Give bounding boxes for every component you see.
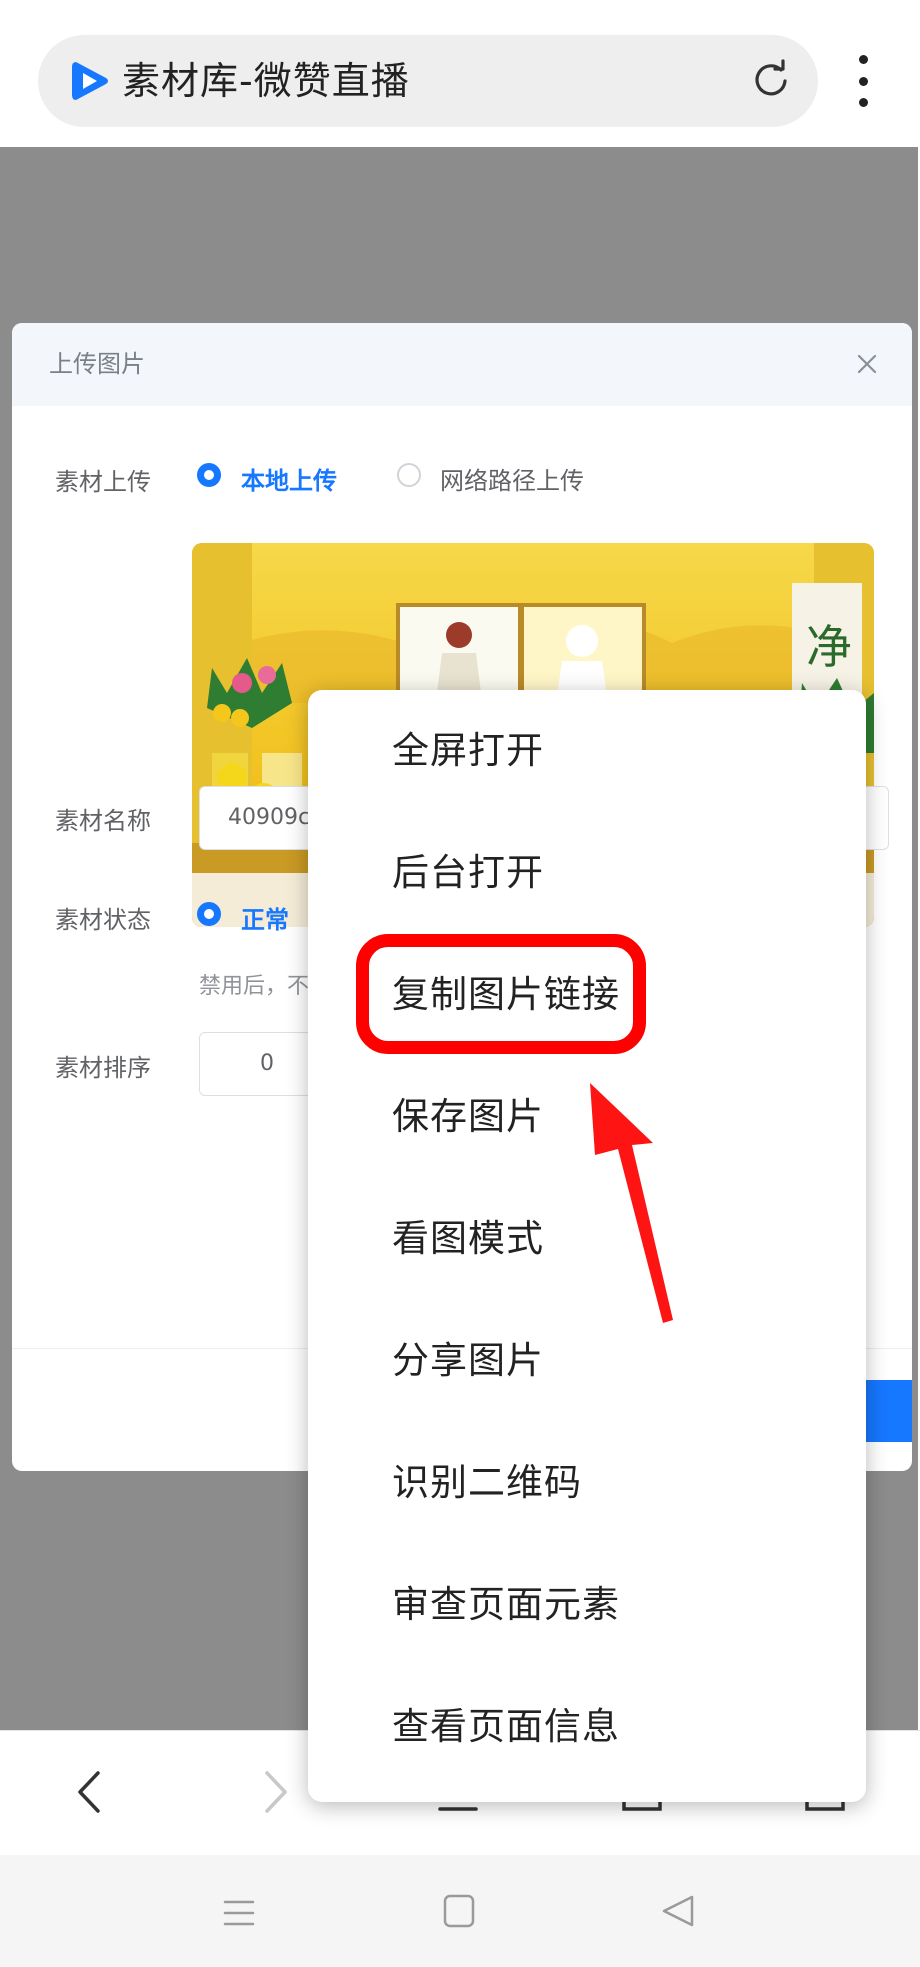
menu-item-inspect-element[interactable]: 审查页面元素 xyxy=(308,1544,866,1666)
address-bar[interactable]: 素材库-微赞直播 xyxy=(38,35,818,127)
dialog-header: 上传图片 xyxy=(12,323,912,406)
more-vertical-icon[interactable] xyxy=(848,55,878,107)
material-sort-label: 素材排序 xyxy=(55,1054,151,1082)
highlight-box xyxy=(356,934,646,1054)
red-arrow-icon xyxy=(590,1083,673,1323)
menu-item-page-info[interactable]: 查看页面信息 xyxy=(308,1666,866,1788)
home-square-icon[interactable] xyxy=(442,1893,476,1929)
radio-status-normal-label[interactable]: 正常 xyxy=(241,900,289,935)
forward-icon[interactable] xyxy=(255,1767,295,1817)
radio-local-upload[interactable] xyxy=(197,463,221,487)
back-icon[interactable] xyxy=(70,1767,110,1817)
site-logo-icon xyxy=(72,62,108,100)
dialog-title: 上传图片 xyxy=(49,350,145,378)
material-status-label: 素材状态 xyxy=(55,906,151,934)
menu-item-scan-qr[interactable]: 识别二维码 xyxy=(308,1422,866,1544)
radio-network-upload[interactable] xyxy=(397,463,421,487)
recents-icon[interactable] xyxy=(221,1895,257,1931)
refresh-icon[interactable] xyxy=(748,58,794,104)
confirm-button[interactable] xyxy=(860,1380,912,1442)
upload-label: 素材上传 xyxy=(55,468,151,496)
page-title: 素材库-微赞直播 xyxy=(122,59,410,103)
back-triangle-icon[interactable] xyxy=(660,1893,696,1929)
radio-status-normal[interactable] xyxy=(197,902,221,926)
radio-network-upload-label[interactable]: 网络路径上传 xyxy=(440,461,584,496)
svg-text:净: 净 xyxy=(806,620,852,674)
browser-top-bar: 素材库-微赞直播 xyxy=(0,0,920,147)
close-icon[interactable] xyxy=(852,349,882,379)
system-navigation-bar xyxy=(0,1855,920,1967)
material-name-label: 素材名称 xyxy=(55,807,151,835)
status-hint: 禁用后，不 xyxy=(199,974,310,999)
menu-item-fullscreen-open[interactable]: 全屏打开 xyxy=(308,690,866,812)
menu-item-background-open[interactable]: 后台打开 xyxy=(308,812,866,934)
radio-local-upload-label[interactable]: 本地上传 xyxy=(241,461,337,496)
